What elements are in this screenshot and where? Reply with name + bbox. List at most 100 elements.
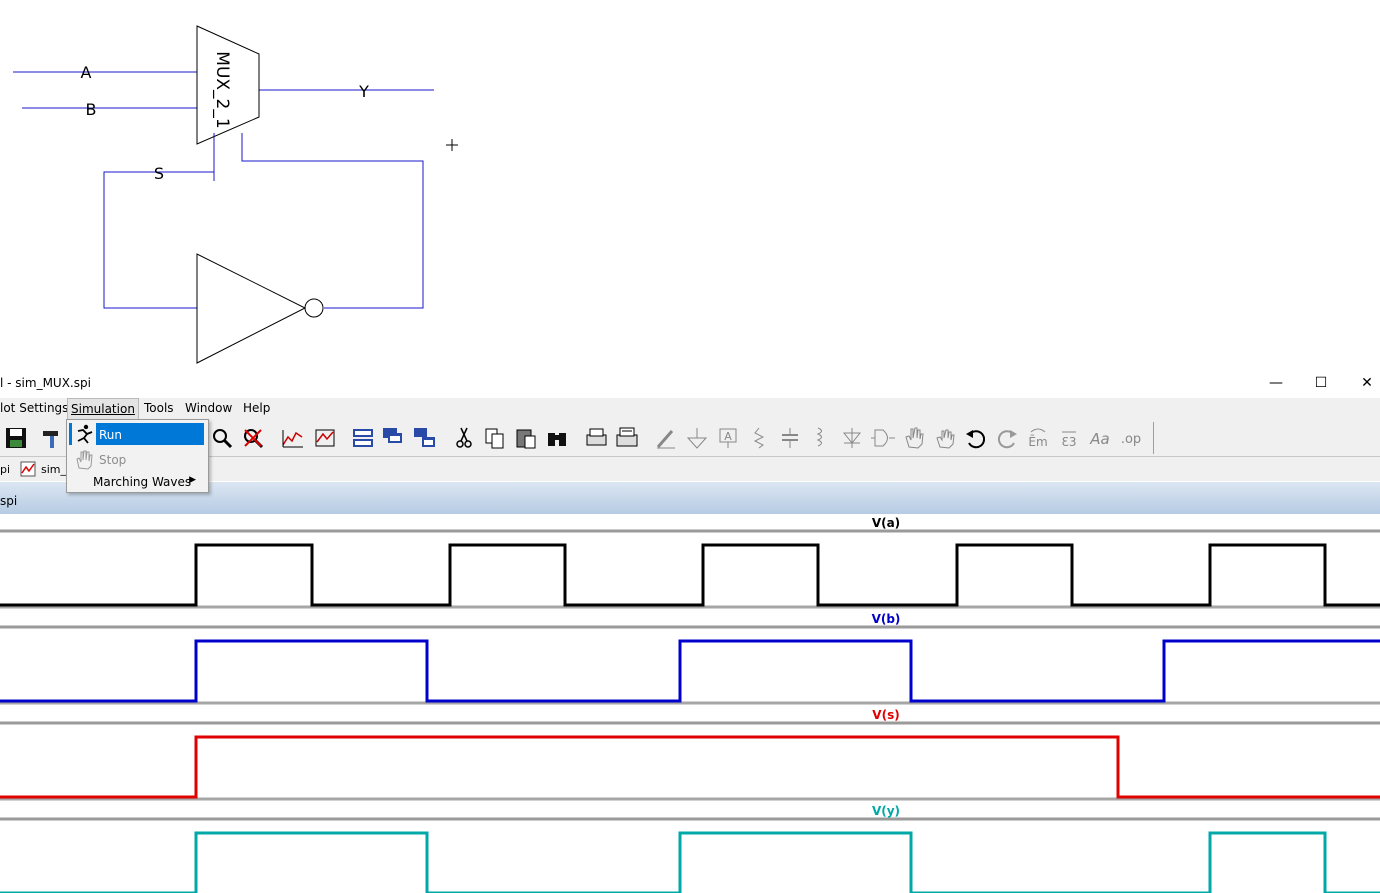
mirror-icon: Ɛ3 xyxy=(1061,431,1077,449)
trace-vb[interactable] xyxy=(0,639,1380,703)
save-icon xyxy=(6,428,26,448)
plot-title: spi xyxy=(0,494,18,508)
run-icon xyxy=(72,423,96,445)
paste-button[interactable] xyxy=(513,425,539,451)
paste-icon xyxy=(516,429,536,449)
label-net-icon: A xyxy=(719,428,737,448)
cut-icon xyxy=(456,427,472,448)
tile-windows-button[interactable] xyxy=(412,425,438,451)
svg-text:A: A xyxy=(724,430,732,443)
close-icon[interactable]: ✕ xyxy=(1352,373,1380,393)
zoom-in-button[interactable] xyxy=(209,425,235,451)
marker-button[interactable] xyxy=(312,425,338,451)
menu-plot-settings[interactable]: lot Settings xyxy=(0,401,71,415)
schematic-canvas[interactable]: MUX_2_1 A B S Y xyxy=(0,0,1380,368)
inductor-button[interactable] xyxy=(808,425,834,451)
undo-icon xyxy=(966,430,986,449)
trace-va[interactable] xyxy=(0,543,1380,607)
component-button[interactable] xyxy=(870,425,896,451)
ground-button[interactable] xyxy=(684,425,710,451)
menu-item-marching-waves-label: Marching Waves xyxy=(93,475,192,489)
svg-text:Ɛ3: Ɛ3 xyxy=(1061,435,1076,449)
print-preview-icon xyxy=(616,427,638,447)
menu-help-label: Help xyxy=(243,401,271,415)
net-label-a: A xyxy=(81,63,92,82)
text-icon: Aa xyxy=(1089,430,1109,448)
draw-wire-icon xyxy=(656,430,675,449)
cascade-button[interactable] xyxy=(381,425,407,451)
move-hand-button[interactable] xyxy=(901,425,927,451)
autorange-button[interactable] xyxy=(280,425,306,451)
menu-window-label: Window xyxy=(185,401,233,415)
print-preview-button[interactable] xyxy=(614,425,640,451)
marker-icon xyxy=(315,429,335,447)
menu-item-stop[interactable]: Stop xyxy=(69,448,204,470)
window-title: l - sim_MUX.spi xyxy=(0,376,91,390)
menu-item-run-label: Run xyxy=(99,428,123,442)
undo-button[interactable] xyxy=(963,425,989,451)
print-button[interactable] xyxy=(583,425,609,451)
net-label-s: S xyxy=(154,164,164,183)
ground-icon xyxy=(686,428,708,449)
title-bar[interactable]: l - sim_MUX.spi — ☐ ✕ xyxy=(0,368,1380,398)
minimize-icon[interactable]: — xyxy=(1261,373,1291,393)
cut-button[interactable] xyxy=(451,425,477,451)
hammer-icon xyxy=(43,431,58,448)
menu-window[interactable]: Window xyxy=(182,401,235,415)
net-label-y: Y xyxy=(358,82,369,101)
copy-button[interactable] xyxy=(482,425,508,451)
inverter-symbol[interactable] xyxy=(196,253,307,364)
move-hand-icon xyxy=(905,427,924,449)
tab-sim-spi[interactable]: pi xyxy=(0,463,10,476)
trace-vs[interactable] xyxy=(0,735,1380,799)
resistor-button[interactable] xyxy=(746,425,772,451)
find-icon xyxy=(548,433,566,446)
diode-button[interactable] xyxy=(839,425,865,451)
menu-tools-label: Tools xyxy=(144,401,174,415)
menu-item-run[interactable]: Run xyxy=(69,423,204,445)
label-net-button[interactable]: A xyxy=(715,425,741,451)
component-icon xyxy=(871,429,895,447)
drag-hand-button[interactable] xyxy=(932,425,958,451)
redo-icon xyxy=(997,430,1017,449)
find-button[interactable] xyxy=(544,425,570,451)
tile-horizontal-button[interactable] xyxy=(350,425,376,451)
zoom-cancel-button[interactable] xyxy=(240,425,266,451)
trace-label[interactable]: V(b) xyxy=(872,612,901,626)
waveform-plot[interactable]: V(a) V(b) V(s) V(y) xyxy=(0,514,1380,893)
trace-label[interactable]: V(a) xyxy=(872,516,900,530)
hammer-button[interactable] xyxy=(39,425,65,451)
diode-icon xyxy=(842,428,862,448)
spice-directive-button[interactable]: .op xyxy=(1118,425,1144,451)
print-icon xyxy=(586,428,607,446)
wire-feedback[interactable] xyxy=(241,133,424,309)
trace-label[interactable]: V(y) xyxy=(872,804,900,818)
net-label-b: B xyxy=(86,100,97,119)
cascade-icon xyxy=(383,428,402,443)
redo-button[interactable] xyxy=(994,425,1020,451)
svg-text:Aa: Aa xyxy=(1089,430,1109,448)
zoom-cancel-icon xyxy=(244,429,264,449)
trace-label[interactable]: V(s) xyxy=(872,708,899,722)
inductor-icon xyxy=(816,427,822,447)
tile-horizontal-icon xyxy=(353,429,373,447)
rotate-button[interactable]: Ēm xyxy=(1025,425,1051,451)
draw-wire-button[interactable] xyxy=(653,425,679,451)
maximize-icon[interactable]: ☐ xyxy=(1306,373,1336,393)
spice-directive-icon: .op xyxy=(1121,432,1141,447)
capacitor-icon xyxy=(782,428,798,448)
save-button[interactable] xyxy=(3,425,29,451)
zoom-in-icon xyxy=(213,429,233,449)
svg-text:.op: .op xyxy=(1121,432,1141,447)
menu-help[interactable]: Help xyxy=(240,401,273,415)
svg-text:Ēm: Ēm xyxy=(1028,435,1047,449)
capacitor-button[interactable] xyxy=(777,425,803,451)
menu-item-marching-waves[interactable]: Marching Waves ▶ xyxy=(69,470,204,492)
menu-simulation[interactable]: Simulation xyxy=(67,398,139,420)
drag-hand-icon xyxy=(936,429,955,449)
text-button[interactable]: Aa xyxy=(1087,425,1113,451)
rotate-icon: Ēm xyxy=(1028,428,1048,449)
menu-tools[interactable]: Tools xyxy=(141,401,177,415)
trace-vy[interactable] xyxy=(0,831,1380,893)
mirror-button[interactable]: Ɛ3 xyxy=(1056,425,1082,451)
